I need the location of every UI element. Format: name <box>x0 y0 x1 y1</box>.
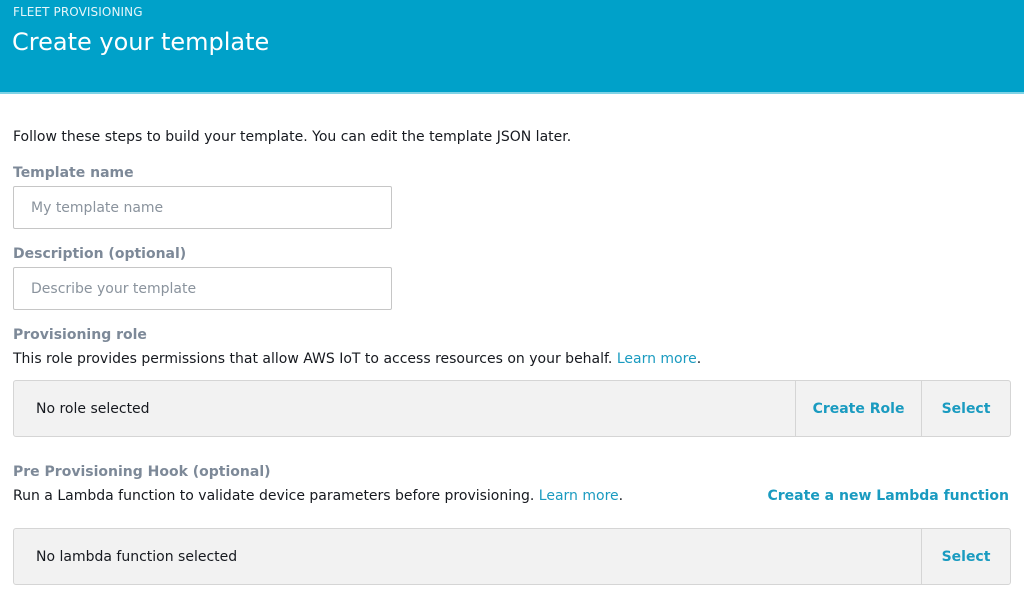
create-lambda-function-link[interactable]: Create a new Lambda function <box>768 488 1010 504</box>
pre-provisioning-hook-label: Pre Provisioning Hook (optional) <box>13 464 271 480</box>
pre-provisioning-hook-help-text: Run a Lambda function to validate device… <box>13 488 535 504</box>
provisioning-role-help: This role provides permissions that allo… <box>13 351 701 367</box>
description-input[interactable] <box>13 267 392 310</box>
page-title: Create your template <box>12 28 270 56</box>
period: . <box>618 488 624 504</box>
template-name-label: Template name <box>13 165 134 181</box>
breadcrumb-fleet-provisioning: FLEET PROVISIONING <box>13 5 143 19</box>
pre-provisioning-hook-learn-more-link[interactable]: Learn more <box>539 488 619 504</box>
select-role-button[interactable]: Select <box>921 381 1010 436</box>
lambda-function-selector: No lambda function selected Select <box>13 528 1011 585</box>
provisioning-role-value: No role selected <box>36 400 150 417</box>
description-label: Description (optional) <box>13 246 187 262</box>
page-header: FLEET PROVISIONING Create your template <box>0 0 1024 94</box>
provisioning-role-label: Provisioning role <box>13 327 147 343</box>
pre-provisioning-hook-help: Run a Lambda function to validate device… <box>13 488 623 504</box>
period: . <box>696 351 702 367</box>
select-lambda-button[interactable]: Select <box>921 529 1010 584</box>
provisioning-role-learn-more-link[interactable]: Learn more <box>617 351 697 367</box>
provisioning-role-selector: No role selected Create Role Select <box>13 380 1011 437</box>
lambda-function-value: No lambda function selected <box>36 548 238 565</box>
create-role-button[interactable]: Create Role <box>795 381 921 436</box>
provisioning-role-help-text: This role provides permissions that allo… <box>13 351 613 367</box>
template-name-input[interactable] <box>13 186 392 229</box>
intro-text: Follow these steps to build your templat… <box>13 129 572 145</box>
